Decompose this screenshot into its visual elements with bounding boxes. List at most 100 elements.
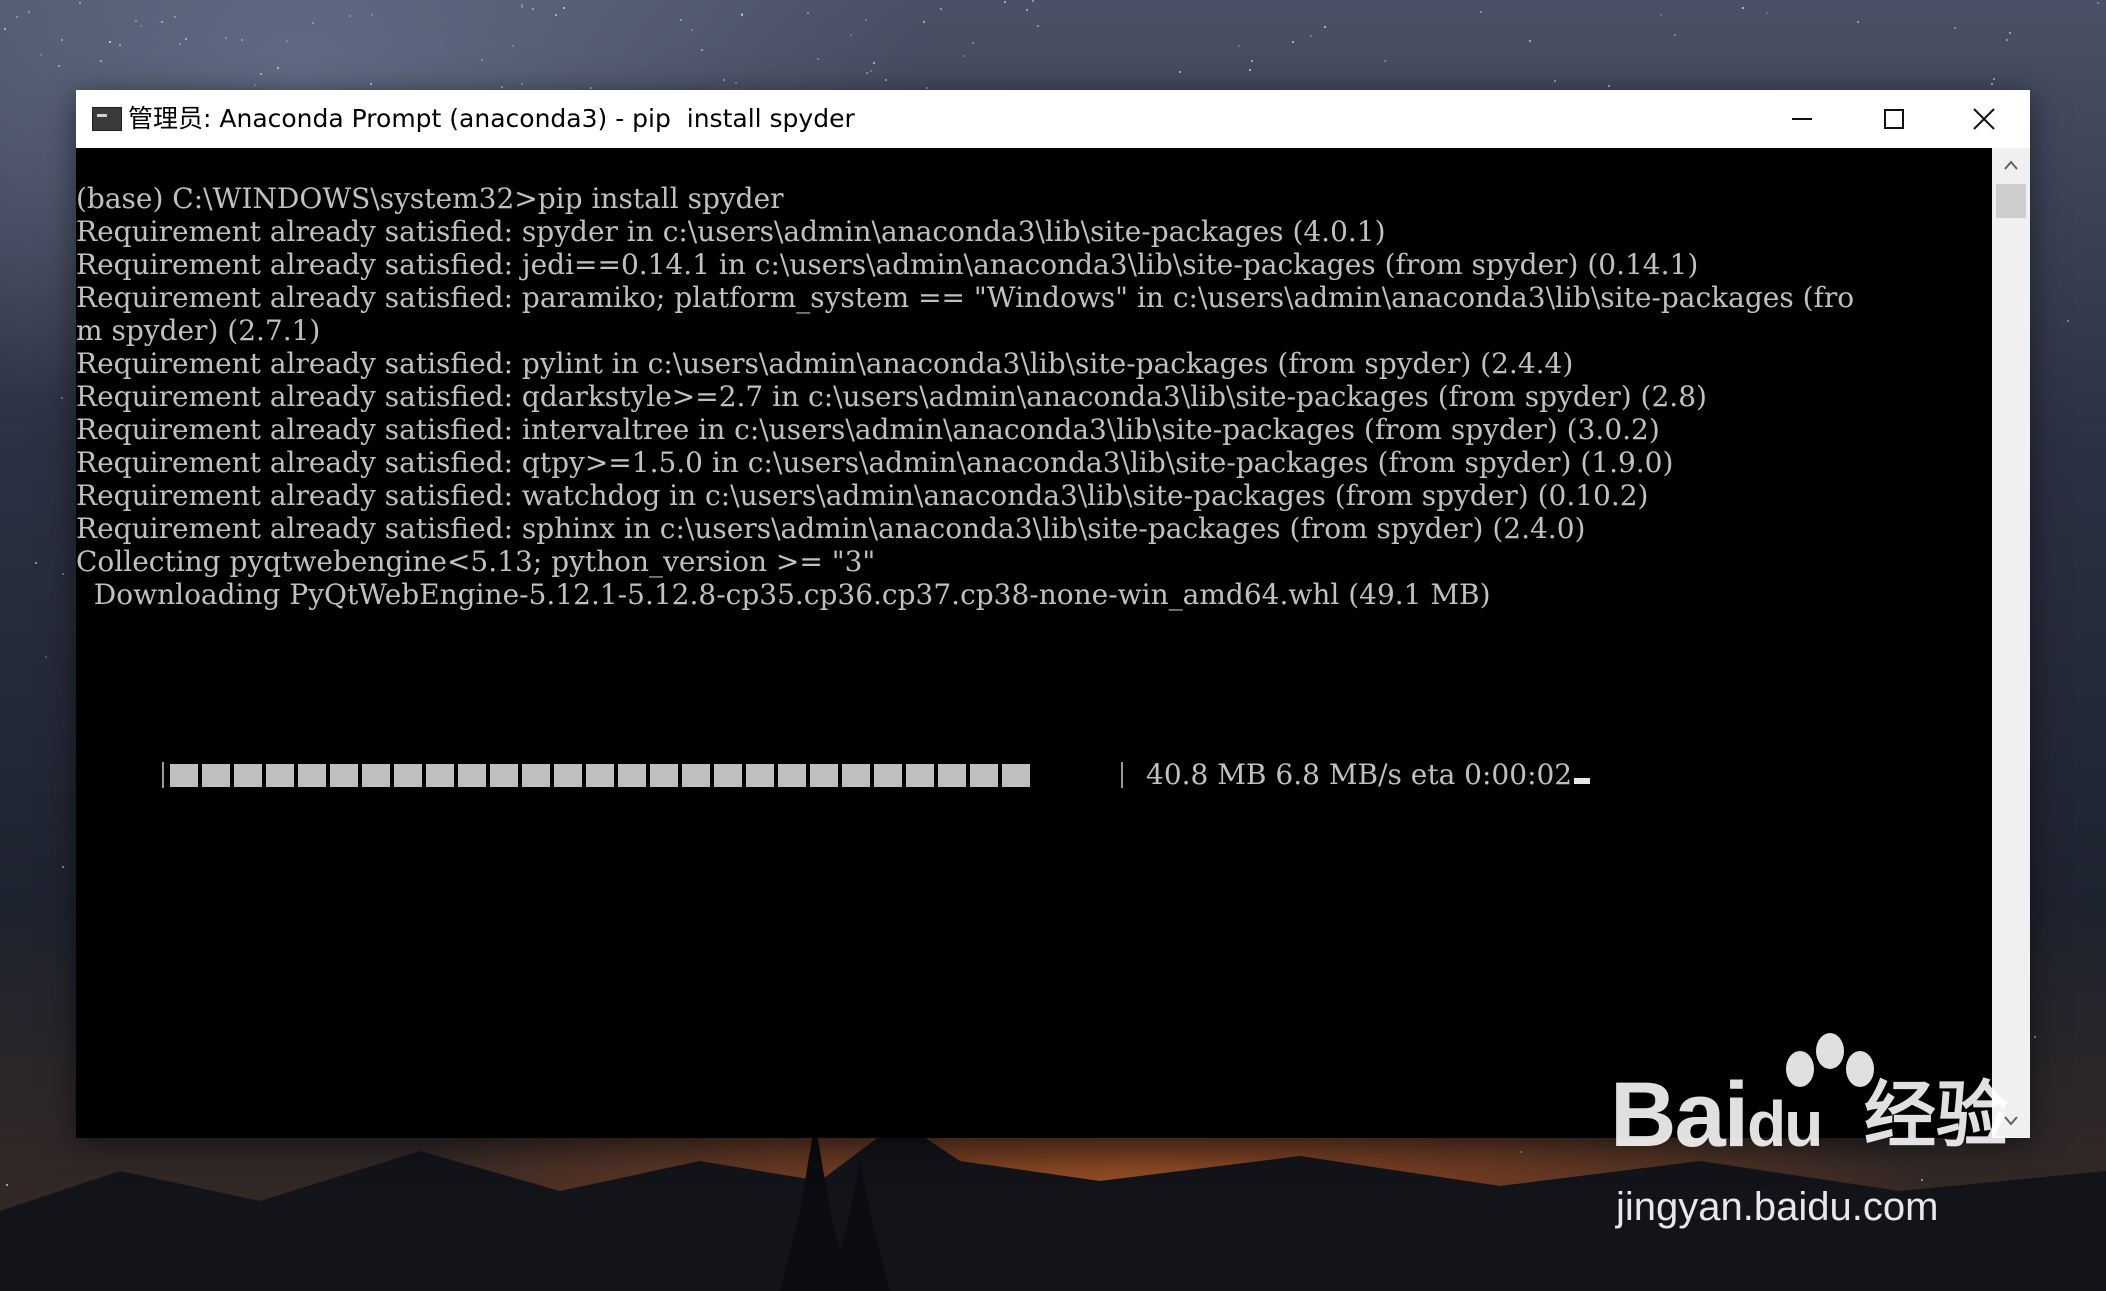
- progress-bar-cell: [714, 764, 742, 787]
- wallpaper-star: [224, 36, 227, 39]
- minimize-icon: [1792, 118, 1812, 120]
- progress-bar-cell: [778, 764, 806, 787]
- close-button[interactable]: [1938, 90, 2030, 148]
- progress-bar-cell: [618, 764, 646, 787]
- wallpaper-star: [1766, 11, 1769, 14]
- maximize-button[interactable]: [1848, 90, 1940, 148]
- wallpaper-star: [260, 72, 263, 75]
- progress-bar-cell: [842, 764, 870, 787]
- wallpaper-star: [562, 6, 565, 9]
- wallpaper-star: [1249, 69, 1252, 72]
- console-line: Requirement already satisfied: qdarkstyl…: [76, 380, 1707, 413]
- console-line: Requirement already satisfied: qtpy>=1.5…: [76, 446, 1674, 479]
- wallpaper-star: [1179, 71, 1182, 74]
- progress-bar-cell: [362, 764, 390, 787]
- wallpaper-star: [501, 86, 504, 89]
- wallpaper-star: [922, 20, 925, 23]
- wallpaper-star: [40, 54, 43, 57]
- wallpaper-star: [1310, 35, 1313, 38]
- progress-bar-cell: [170, 764, 198, 787]
- wallpaper-star: [722, 78, 725, 81]
- scroll-up-button[interactable]: [1992, 148, 2030, 182]
- wallpaper-star: [512, 44, 515, 47]
- download-progress: 40.8 MB 6.8 MB/s eta 0:00:02: [76, 758, 1992, 791]
- wallpaper-star: [3, 27, 6, 30]
- wallpaper-star: [1383, 59, 1386, 62]
- wallpaper-star: [869, 69, 872, 72]
- progress-bar-cell: [682, 764, 710, 787]
- wallpaper-star: [816, 57, 819, 60]
- console-line: Requirement already satisfied: pylint in…: [76, 347, 1574, 380]
- console-line: Requirement already satisfied: paramiko;…: [76, 281, 1855, 314]
- scroll-thumb[interactable]: [1996, 184, 2026, 218]
- wallpaper-star: [480, 59, 483, 62]
- wallpaper-star: [61, 866, 64, 869]
- wallpaper-star: [885, 79, 888, 82]
- wallpaper-star: [1660, 14, 1663, 17]
- wallpaper-star: [240, 38, 243, 41]
- text-cursor: [1574, 778, 1591, 784]
- wallpaper-star: [174, 16, 177, 19]
- wallpaper-star: [45, 655, 48, 658]
- wallpaper-star: [1479, 11, 1482, 14]
- console-line: Collecting pyqtwebengine<5.13; python_ve…: [76, 545, 876, 578]
- vertical-scrollbar[interactable]: [1992, 148, 2030, 1138]
- console-line: Downloading PyQtWebEngine-5.12.1-5.12.8-…: [76, 578, 1491, 611]
- wallpaper-star: [962, 54, 965, 57]
- wallpaper-star: [1741, 6, 1744, 9]
- wallpaper-star: [371, 14, 374, 17]
- title-bar[interactable]: 管理员: Anaconda Prompt (anaconda3) - pip i…: [76, 90, 2030, 148]
- wallpaper-star: [850, 34, 853, 37]
- wallpaper-star: [520, 5, 523, 8]
- console-line: Requirement already satisfied: intervalt…: [76, 413, 1660, 446]
- close-icon: [1973, 108, 1995, 130]
- console-output[interactable]: (base) C:\WINDOWS\system32>pip install s…: [76, 148, 1992, 1138]
- wallpaper-star: [971, 42, 974, 45]
- wallpaper-star: [520, 83, 523, 86]
- wallpaper-star: [1608, 85, 1611, 87]
- wallpaper-star: [16, 16, 19, 19]
- progress-bar-cell: [810, 764, 838, 787]
- wallpaper-star: [1031, 0, 1034, 2]
- watermark-brand: Baidu: [1610, 1064, 1823, 1174]
- wallpaper-star: [1993, 77, 1996, 80]
- wallpaper-star: [1237, 44, 1240, 47]
- wallpaper-star: [178, 42, 181, 45]
- progress-bar-cell: [490, 764, 518, 787]
- wallpaper-star: [1553, 79, 1556, 82]
- wallpaper-star: [285, 39, 288, 42]
- watermark-product: 经验: [1864, 1073, 2009, 1157]
- wallpaper-star: [866, 71, 869, 74]
- wallpaper-star: [1003, 0, 1006, 3]
- watermark-brand-du: du: [1747, 1088, 1823, 1160]
- progress-bar-cell: [266, 764, 294, 787]
- progress-bar-cell: [394, 764, 422, 787]
- wallpaper-star: [253, 84, 256, 87]
- wallpaper-star: [555, 13, 558, 16]
- wallpaper-star: [1954, 26, 1957, 29]
- progress-bar-cell: [458, 764, 486, 787]
- wallpaper-star: [60, 396, 63, 399]
- wallpaper-star: [370, 82, 373, 85]
- wallpaper-star: [2097, 2, 2100, 5]
- minimize-button[interactable]: [1756, 90, 1848, 148]
- wallpaper-star: [740, 12, 743, 15]
- wallpaper-star: [939, 7, 942, 10]
- baidu-jingyan-watermark: Baidu 经验 jingyan.baidu.com: [1610, 1033, 2040, 1245]
- progress-bar-cell: [330, 764, 358, 787]
- wallpaper-star: [589, 86, 592, 89]
- wallpaper-star: [1025, 9, 1028, 12]
- progress-bar-cell: [906, 764, 934, 787]
- wallpaper-star: [134, 20, 137, 23]
- wallpaper-star: [28, 10, 31, 13]
- wallpaper-star: [532, 8, 535, 11]
- wallpaper-star: [1856, 20, 1859, 23]
- progress-status: 40.8 MB 6.8 MB/s eta 0:00:02: [1146, 758, 1591, 791]
- progress-bar-left-edge: [162, 762, 164, 788]
- wallpaper-star: [1673, 34, 1676, 37]
- console-line: m spyder) (2.7.1): [76, 314, 321, 347]
- wallpaper-star: [78, 1, 81, 4]
- wallpaper-star: [1528, 39, 1531, 42]
- console-line: (base) C:\WINDOWS\system32>pip install s…: [76, 182, 784, 215]
- watermark-brand-text: Bai: [1610, 1064, 1749, 1166]
